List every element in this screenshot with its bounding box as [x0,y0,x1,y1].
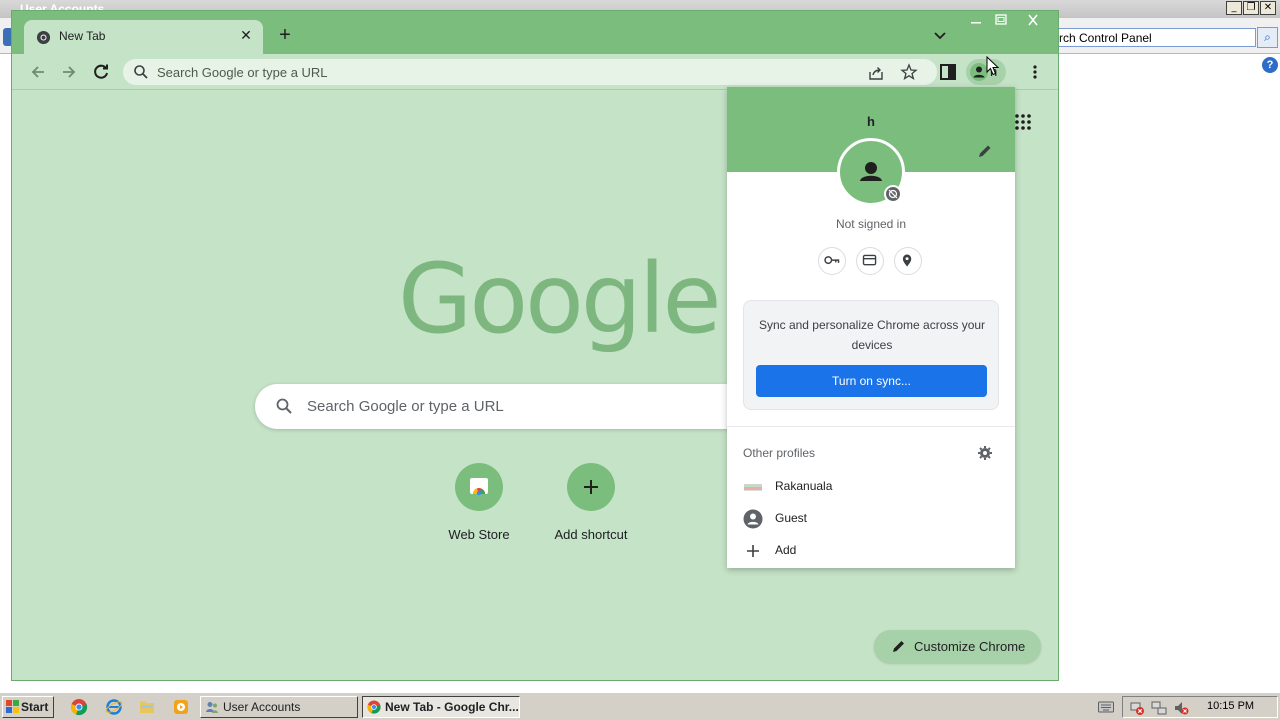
chrome-icon [36,30,51,45]
window-maximize-icon[interactable] [990,13,1012,27]
reload-icon[interactable] [89,60,113,84]
search-icon [276,398,292,414]
search-icon [134,65,148,79]
chrome-toolbar: Search Google or type a URL h [12,54,1058,90]
control-panel-window-buttons: _ ❐ ✕ [1226,1,1276,15]
profile-rakanuala-icon [744,484,762,491]
passwords-key-icon[interactable] [818,247,846,275]
tab-close-icon[interactable]: ✕ [238,26,254,44]
close-button[interactable]: ✕ [1260,1,1276,15]
shortcut-label: Add shortcut [554,527,628,542]
user-accounts-icon [206,702,218,713]
volume-muted-icon[interactable] [1173,700,1189,716]
mouse-cursor-icon [986,56,1000,76]
forward-icon[interactable] [57,60,81,84]
new-tab-button[interactable]: + [274,24,296,46]
google-logo: Google [398,243,722,355]
explorer-folder-icon[interactable] [138,698,156,716]
taskbar-item-chrome[interactable]: New Tab - Google Chr... [362,696,520,718]
pencil-icon [893,641,904,652]
chrome-quicklaunch-icon[interactable] [70,698,88,716]
customize-chrome-button[interactable]: Customize Chrome [874,630,1041,663]
payment-card-icon[interactable] [856,247,884,275]
profile-menu: h Not signed in Sync and personalize Chr… [727,87,1015,568]
restore-button[interactable]: ❐ [1243,1,1259,15]
profile-item-guest[interactable]: Guest [727,503,1015,533]
profile-item-label: Add [775,543,797,557]
bookmark-star-icon[interactable] [900,63,918,81]
shortcut-web-store[interactable]: Web Store [423,463,535,547]
plus-icon [567,463,615,511]
tab-search-chevron-icon[interactable] [930,25,950,45]
taskbar-item-user-accounts[interactable]: User Accounts [200,696,358,718]
help-icon[interactable]: ? [1262,57,1278,73]
profile-item-label: Guest [775,511,808,525]
profile-name: h [867,114,875,129]
google-apps-icon[interactable] [1013,112,1033,132]
taskbar-item-label: New Tab - Google Chr... [385,700,519,714]
omnibox-placeholder: Search Google or type a URL [157,65,328,80]
start-label: Start [21,700,49,714]
profile-item-label: Rakanuala [775,479,833,493]
window-minimize-icon[interactable] [965,13,987,27]
window-close-icon[interactable] [1022,13,1044,27]
sign-in-status: Not signed in [835,217,907,231]
add-icon [747,545,759,557]
windows-flag-icon [6,700,19,713]
other-profiles-heading: Other profiles [743,446,816,460]
system-tray: 10:15 PM [1122,696,1278,718]
sync-paused-icon [884,185,902,203]
turn-on-sync-button[interactable]: Turn on sync... [756,365,987,397]
side-panel-icon[interactable] [936,60,960,84]
taskbar: Start User Accounts New Tab - Google Chr… [0,692,1280,720]
network-connections-icon[interactable] [1151,700,1167,716]
address-location-icon[interactable] [894,247,922,275]
customize-label: Customize Chrome [914,639,1026,654]
back-icon[interactable] [26,60,50,84]
network-error-icon[interactable] [1129,700,1145,716]
web-store-icon [455,463,503,511]
keyboard-icon[interactable] [1098,701,1114,713]
shortcut-add[interactable]: Add shortcut [535,463,647,547]
tab-title: New Tab [59,29,106,43]
taskbar-item-label: User Accounts [223,700,301,714]
minimize-button[interactable]: _ [1226,1,1242,15]
search-icon[interactable]: ⌕ [1257,27,1278,48]
profile-item-rakanuala[interactable]: Rakanuala [727,471,1015,501]
internet-explorer-icon[interactable] [105,698,123,716]
manage-profiles-gear-icon[interactable] [977,445,993,461]
sync-promo-card: Sync and personalize Chrome across your … [743,300,999,410]
omnibox[interactable]: Search Google or type a URL [123,59,937,85]
tab-strip: New Tab ✕ + [12,11,1058,54]
start-button[interactable]: Start [2,696,54,718]
profile-item-add[interactable]: Add [727,535,1015,565]
share-icon[interactable] [867,64,885,82]
divider [727,426,1015,427]
ntp-search-placeholder: Search Google or type a URL [307,398,504,415]
shortcut-label: Web Store [448,527,510,542]
control-panel-search-input[interactable]: rch Control Panel [1040,28,1256,47]
chrome-icon [367,700,381,714]
media-player-icon[interactable] [172,698,190,716]
menu-kebab-icon[interactable] [1023,60,1047,84]
clock[interactable]: 10:15 PM [1207,700,1254,712]
guest-icon [743,509,763,529]
edit-pencil-icon[interactable] [977,143,993,159]
sync-description: Sync and personalize Chrome across your … [758,318,986,352]
